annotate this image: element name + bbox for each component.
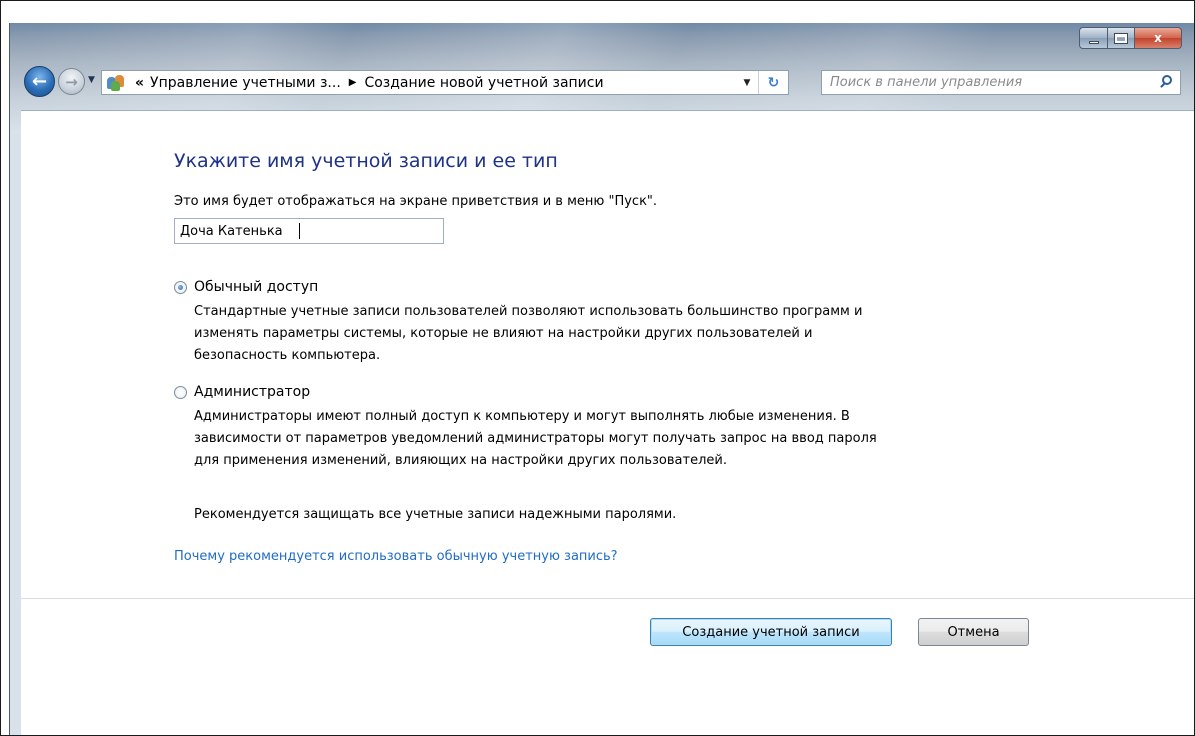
administrator-option[interactable]: Администратор xyxy=(174,384,310,400)
breadcrumb-create-account[interactable]: Создание новой учетной записи xyxy=(364,75,603,91)
forward-arrow-icon: → xyxy=(65,72,78,91)
address-dropdown-icon[interactable]: ▼ xyxy=(736,78,758,88)
recent-pages-dropdown-icon[interactable]: ▼ xyxy=(88,75,95,85)
name-description: Это имя будет отображаться на экране при… xyxy=(174,194,658,209)
refresh-icon[interactable]: ↻ xyxy=(758,71,788,94)
breadcrumb-overflow-chevron[interactable]: « xyxy=(135,75,144,91)
description-line: Администраторы имеют полный доступ к ком… xyxy=(194,409,850,424)
caption-buttons: x xyxy=(1079,27,1182,49)
users-icon xyxy=(107,74,127,91)
minimize-button[interactable] xyxy=(1079,27,1108,49)
standard-access-description: Стандартные учетные записи пользователей… xyxy=(194,301,862,367)
standard-access-option[interactable]: Обычный доступ xyxy=(174,279,318,295)
search-box[interactable] xyxy=(821,70,1181,95)
navigation-bar: ← → ▼ « Управление учетными з... ▶ Созда… xyxy=(10,63,1194,103)
administrator-description: Администраторы имеют полный доступ к ком… xyxy=(194,406,877,472)
description-line: для применения изменений, влияющих на на… xyxy=(194,453,727,468)
administrator-radio[interactable] xyxy=(174,385,187,399)
standard-access-radio[interactable] xyxy=(174,280,187,294)
search-icon[interactable] xyxy=(1156,71,1180,94)
create-account-button[interactable]: Создание учетной записи xyxy=(650,618,892,646)
back-arrow-icon: ← xyxy=(31,71,48,92)
maximize-icon xyxy=(1114,32,1128,44)
screenshot-frame: x ← → ▼ « Управление учетными з... ▶ Соз… xyxy=(0,0,1195,736)
back-button[interactable]: ← xyxy=(24,66,55,97)
description-line: Стандартные учетные записи пользователей… xyxy=(194,304,863,319)
account-name-input[interactable] xyxy=(174,218,444,244)
breadcrumb-user-accounts[interactable]: Управление учетными з... xyxy=(150,75,341,91)
page-title: Укажите имя учетной записи и ее тип xyxy=(174,150,558,172)
address-bar[interactable]: « Управление учетными з... ▶ Создание но… xyxy=(101,70,789,95)
content-pane: Укажите имя учетной записи и ее тип Это … xyxy=(21,110,1194,735)
control-panel-window: x ← → ▼ « Управление учетными з... ▶ Соз… xyxy=(9,23,1194,735)
text-caret xyxy=(299,223,300,239)
maximize-button[interactable] xyxy=(1108,27,1135,49)
close-icon: x xyxy=(1154,31,1162,45)
why-standard-account-link[interactable]: Почему рекомендуется использовать обычну… xyxy=(174,549,618,564)
forward-button[interactable]: → xyxy=(58,68,85,95)
divider xyxy=(21,598,1194,599)
cancel-button[interactable]: Отмена xyxy=(918,618,1029,646)
breadcrumb-separator-icon[interactable]: ▶ xyxy=(349,77,357,88)
close-button[interactable]: x xyxy=(1135,27,1182,49)
administrator-label[interactable]: Администратор xyxy=(194,384,310,400)
description-line: изменять параметры системы, которые не в… xyxy=(194,326,813,341)
password-recommendation: Рекомендуется защищать все учетные запис… xyxy=(194,507,677,522)
search-input[interactable] xyxy=(822,72,1156,93)
description-line: зависимости от параметров уведомлений ад… xyxy=(194,431,877,446)
minimize-icon xyxy=(1088,40,1099,44)
standard-access-label[interactable]: Обычный доступ xyxy=(194,279,318,295)
description-line: безопасность компьютера. xyxy=(194,348,381,363)
